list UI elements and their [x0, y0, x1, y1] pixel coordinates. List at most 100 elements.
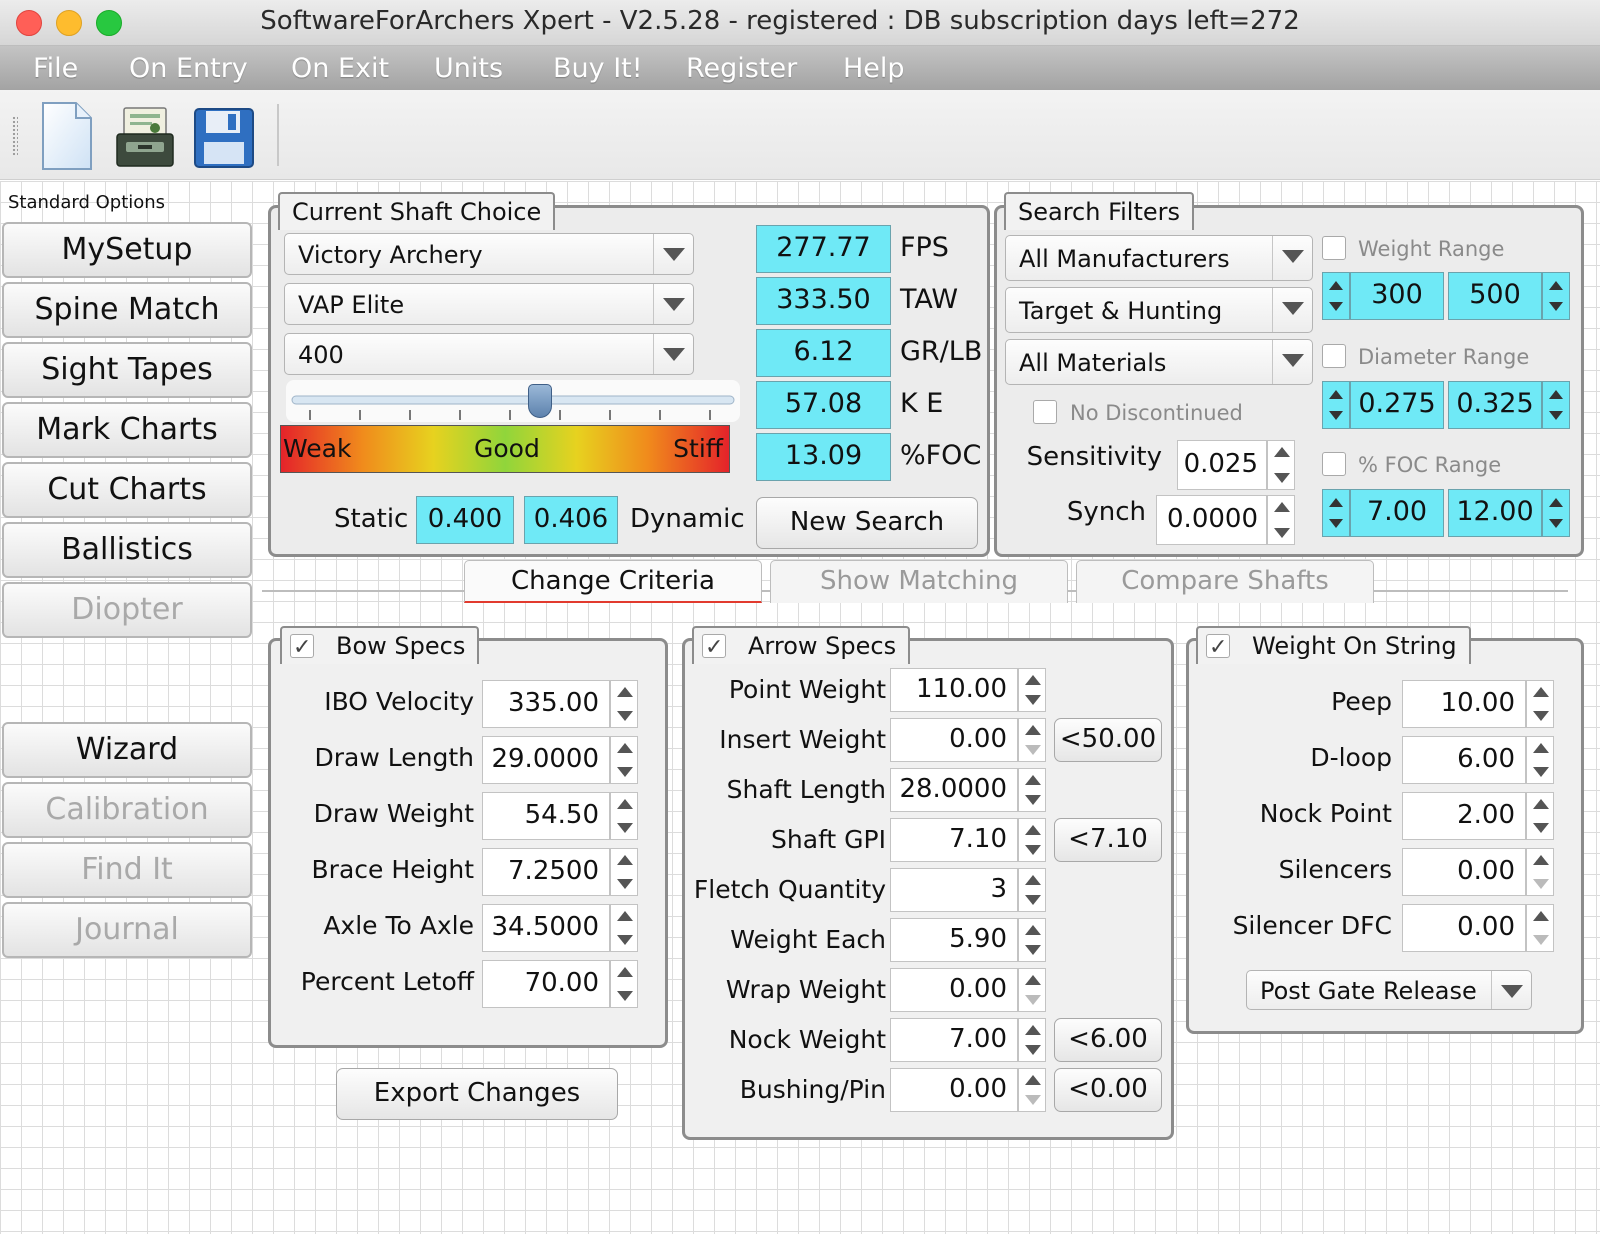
sight-tapes-button[interactable]: Sight Tapes: [2, 342, 252, 398]
arrow-down-icon[interactable]: [1025, 945, 1041, 955]
menu-register[interactable]: Register: [686, 53, 797, 84]
nock-weight-stepper[interactable]: [1018, 1018, 1046, 1062]
foc-max-input[interactable]: 12.00: [1448, 489, 1542, 537]
fletch-quantity-stepper[interactable]: [1018, 868, 1046, 912]
arrow-up-icon[interactable]: [1025, 1025, 1041, 1035]
arrow-up-icon[interactable]: [1025, 775, 1041, 785]
minimize-window-button[interactable]: [56, 10, 82, 36]
diameter-min-stepper[interactable]: [1322, 381, 1350, 429]
arrow-down-icon[interactable]: [1533, 711, 1549, 721]
draw-weight-stepper[interactable]: [610, 792, 638, 840]
spine-slider[interactable]: [286, 380, 740, 422]
cut-charts-button[interactable]: Cut Charts: [2, 462, 252, 518]
wrap-weight-stepper[interactable]: [1018, 968, 1046, 1012]
brace-height-input[interactable]: 7.2500: [482, 848, 610, 896]
toolbar-grip[interactable]: [12, 116, 18, 156]
brace-height-stepper[interactable]: [610, 848, 638, 896]
foc-min-stepper[interactable]: [1322, 489, 1350, 537]
nock-point-stepper[interactable]: [1526, 792, 1554, 840]
bushing-pin-stepper[interactable]: [1018, 1068, 1046, 1112]
tab-compare-shafts[interactable]: Compare Shafts: [1076, 560, 1374, 603]
shaft-length-input[interactable]: 28.0000: [890, 768, 1018, 812]
insert-weight-limit-button[interactable]: <50.00: [1054, 718, 1162, 762]
slider-thumb[interactable]: [528, 384, 552, 418]
axle-to-axle-stepper[interactable]: [610, 904, 638, 952]
shaft-gpi-limit-button[interactable]: <7.10: [1054, 818, 1162, 862]
shaft-model-select[interactable]: VAP Elite: [284, 283, 694, 325]
arrow-up-icon[interactable]: [1025, 825, 1041, 835]
calibration-button[interactable]: Calibration: [2, 782, 252, 838]
insert-weight-stepper[interactable]: [1018, 718, 1046, 762]
weight-min-stepper[interactable]: [1322, 272, 1350, 320]
insert-weight-input[interactable]: 0.00: [890, 718, 1018, 762]
diameter-range-checkbox[interactable]: [1322, 344, 1346, 368]
wrap-weight-input[interactable]: 0.00: [890, 968, 1018, 1012]
arrow-down-icon[interactable]: [1533, 879, 1549, 889]
arrow-up-icon[interactable]: [1533, 911, 1549, 921]
arrow-down-icon[interactable]: [1025, 745, 1041, 755]
weight-each-stepper[interactable]: [1018, 918, 1046, 962]
arrow-down-icon[interactable]: [1025, 845, 1041, 855]
bushing-pin-limit-button[interactable]: <0.00: [1054, 1068, 1162, 1112]
close-window-button[interactable]: [16, 10, 42, 36]
foc-max-stepper[interactable]: [1542, 489, 1570, 537]
menu-units[interactable]: Units: [434, 53, 503, 84]
arrow-down-icon[interactable]: [617, 991, 633, 1001]
arrow-up-icon[interactable]: [617, 743, 633, 753]
weight-max-stepper[interactable]: [1542, 272, 1570, 320]
axle-to-axle-input[interactable]: 34.5000: [482, 904, 610, 952]
arrow-down-icon[interactable]: [1025, 795, 1041, 805]
ibo-velocity-input[interactable]: 335.00: [482, 680, 610, 728]
ballistics-button[interactable]: Ballistics: [2, 522, 252, 578]
foc-range-checkbox[interactable]: [1322, 452, 1346, 476]
nock-point-input[interactable]: 2.00: [1402, 792, 1526, 840]
tab-show-matching[interactable]: Show Matching: [770, 560, 1068, 603]
nock-weight-input[interactable]: 7.00: [890, 1018, 1018, 1062]
foc-min-input[interactable]: 7.00: [1350, 489, 1444, 537]
no-discontinued-checkbox[interactable]: [1033, 400, 1057, 424]
point-weight-input[interactable]: 110.00: [890, 668, 1018, 712]
point-weight-stepper[interactable]: [1018, 668, 1046, 712]
diopter-button[interactable]: Diopter: [2, 582, 252, 638]
d-loop-stepper[interactable]: [1526, 736, 1554, 784]
spine-select[interactable]: 400: [284, 333, 694, 375]
weight-min-input[interactable]: 300: [1350, 272, 1444, 320]
draw-weight-input[interactable]: 54.50: [482, 792, 610, 840]
synch-stepper[interactable]: [1267, 495, 1295, 545]
arrow-down-icon[interactable]: [617, 935, 633, 945]
arrow-up-icon[interactable]: [1025, 1075, 1041, 1085]
menu-file[interactable]: File: [33, 53, 78, 84]
nock-weight-limit-button[interactable]: <6.00: [1054, 1018, 1162, 1062]
silencer-dfc-stepper[interactable]: [1526, 904, 1554, 952]
draw-length-input[interactable]: 29.0000: [482, 736, 610, 784]
menu-help[interactable]: Help: [843, 53, 905, 84]
arrow-up-icon[interactable]: [617, 687, 633, 697]
arrow-up-icon[interactable]: [1025, 875, 1041, 885]
arrow-down-icon[interactable]: [617, 711, 633, 721]
export-changes-button[interactable]: Export Changes: [336, 1068, 618, 1120]
arrow-down-icon[interactable]: [1025, 895, 1041, 905]
zoom-window-button[interactable]: [96, 10, 122, 36]
sensitivity-stepper[interactable]: [1267, 440, 1295, 490]
shaft-length-stepper[interactable]: [1018, 768, 1046, 812]
arrow-down-icon[interactable]: [1025, 695, 1041, 705]
journal-button[interactable]: Journal: [2, 902, 252, 958]
weight-max-input[interactable]: 500: [1448, 272, 1542, 320]
tab-change-criteria[interactable]: Change Criteria: [464, 560, 762, 603]
arrow-down-icon[interactable]: [1025, 1095, 1041, 1105]
arrow-specs-checkbox[interactable]: [702, 632, 726, 664]
spine-match-button[interactable]: Spine Match: [2, 282, 252, 338]
peep-stepper[interactable]: [1526, 680, 1554, 728]
arrow-up-icon[interactable]: [617, 799, 633, 809]
arrow-down-icon[interactable]: [1533, 767, 1549, 777]
weight-on-string-checkbox[interactable]: [1206, 632, 1230, 664]
weight-range-checkbox[interactable]: [1322, 236, 1346, 260]
arrow-down-icon[interactable]: [1025, 995, 1041, 1005]
menu-buy-it[interactable]: Buy It!: [553, 53, 643, 84]
arrow-down-icon[interactable]: [1533, 935, 1549, 945]
shaft-gpi-input[interactable]: 7.10: [890, 818, 1018, 862]
arrow-up-icon[interactable]: [617, 911, 633, 921]
arrow-up-icon[interactable]: [617, 855, 633, 865]
percent-letoff-stepper[interactable]: [610, 960, 638, 1008]
arrow-up-icon[interactable]: [1533, 799, 1549, 809]
